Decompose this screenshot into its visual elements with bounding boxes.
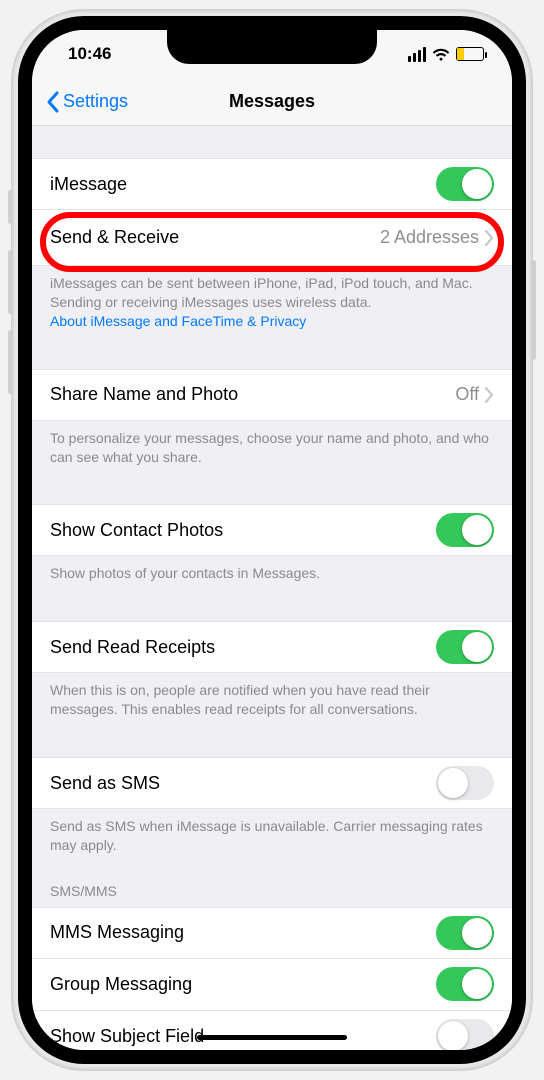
footer-share: To personalize your messages, choose you… <box>32 421 512 473</box>
cellular-signal-icon <box>408 47 426 62</box>
volume-down-button <box>8 330 13 394</box>
chevron-right-icon <box>485 230 494 246</box>
toggle-send-sms[interactable] <box>436 766 494 800</box>
row-label: Send & Receive <box>50 227 179 248</box>
footer-send-sms: Send as SMS when iMessage is unavailable… <box>32 809 512 861</box>
row-show-subject-field[interactable]: Show Subject Field <box>32 1011 512 1050</box>
screen: 10:46 Settings <box>32 30 512 1050</box>
row-show-contact-photos[interactable]: Show Contact Photos <box>32 504 512 556</box>
volume-up-button <box>8 250 13 314</box>
section-header-sms-mms: SMS/MMS <box>32 861 512 907</box>
battery-fill <box>457 48 464 60</box>
content-scroll[interactable]: iMessage Send & Receive 2 Addresses iMes… <box>32 126 512 1050</box>
battery-icon <box>456 47 484 61</box>
row-label: Send as SMS <box>50 773 160 794</box>
phone-frame: 10:46 Settings <box>12 10 532 1070</box>
toggle-mms[interactable] <box>436 916 494 950</box>
row-value: 2 Addresses <box>380 227 479 248</box>
toggle-subject[interactable] <box>436 1019 494 1050</box>
chevron-left-icon <box>46 91 59 113</box>
chevron-right-icon <box>485 387 494 403</box>
row-label: Show Contact Photos <box>50 520 223 541</box>
wifi-icon <box>432 47 450 61</box>
mute-switch <box>8 190 13 224</box>
back-button[interactable]: Settings <box>46 91 128 113</box>
row-label: Group Messaging <box>50 974 192 995</box>
footer-text: iMessages can be sent between iPhone, iP… <box>50 275 473 310</box>
footer-imessage: iMessages can be sent between iPhone, iP… <box>32 266 512 337</box>
row-label: Send Read Receipts <box>50 637 215 658</box>
row-share-name-photo[interactable]: Share Name and Photo Off <box>32 369 512 421</box>
home-indicator[interactable] <box>197 1035 347 1040</box>
row-send-receive[interactable]: Send & Receive 2 Addresses <box>32 210 512 266</box>
row-send-read-receipts[interactable]: Send Read Receipts <box>32 621 512 673</box>
notch <box>167 30 377 64</box>
nav-header: Settings Messages <box>32 78 512 126</box>
row-value: Off <box>455 384 479 405</box>
toggle-contact-photos[interactable] <box>436 513 494 547</box>
row-label: MMS Messaging <box>50 922 184 943</box>
row-label: Show Subject Field <box>50 1026 204 1047</box>
footer-contact-photos: Show photos of your contacts in Messages… <box>32 556 512 589</box>
page-title: Messages <box>229 91 315 112</box>
toggle-imessage[interactable] <box>436 167 494 201</box>
power-button <box>531 260 536 360</box>
row-label: Share Name and Photo <box>50 384 238 405</box>
toggle-group[interactable] <box>436 967 494 1001</box>
about-imessage-link[interactable]: About iMessage and FaceTime & Privacy <box>50 313 306 329</box>
row-imessage[interactable]: iMessage <box>32 158 512 210</box>
back-label: Settings <box>63 91 128 112</box>
row-send-as-sms[interactable]: Send as SMS <box>32 757 512 809</box>
toggle-read-receipts[interactable] <box>436 630 494 664</box>
status-time: 10:46 <box>68 44 111 64</box>
footer-read-receipts: When this is on, people are notified whe… <box>32 673 512 725</box>
row-mms-messaging[interactable]: MMS Messaging <box>32 907 512 959</box>
row-group-messaging[interactable]: Group Messaging <box>32 959 512 1011</box>
row-label: iMessage <box>50 174 127 195</box>
